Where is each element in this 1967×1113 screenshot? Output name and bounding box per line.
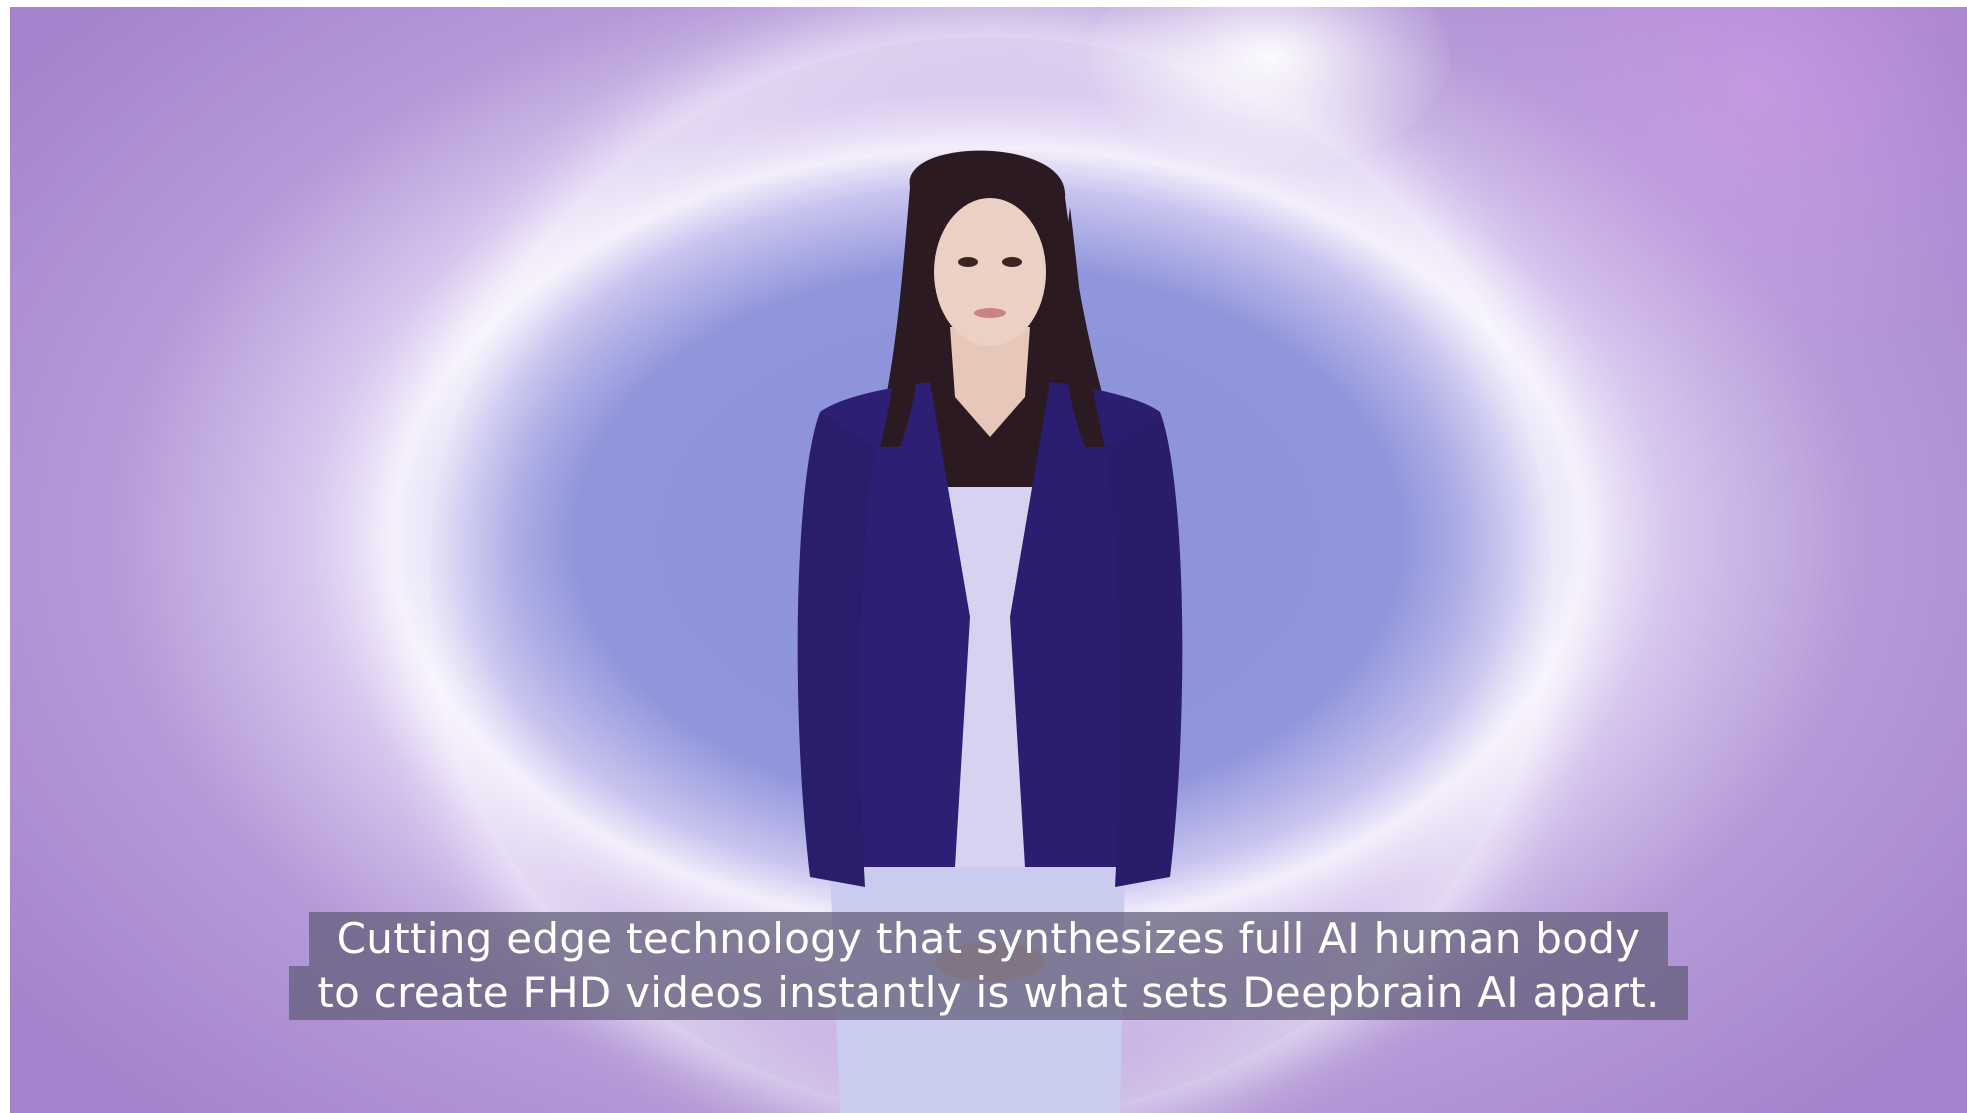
light-flare [1090,7,1450,167]
subtitle-line-2: to create FHD videos instantly is what s… [289,966,1688,1020]
video-frame[interactable]: Cutting edge technology that synthesizes… [10,7,1967,1113]
subtitle-caption: Cutting edge technology that synthesizes… [10,912,1967,1020]
subtitle-line-1: Cutting edge technology that synthesizes… [308,912,1669,966]
background-tint [1447,7,1967,387]
